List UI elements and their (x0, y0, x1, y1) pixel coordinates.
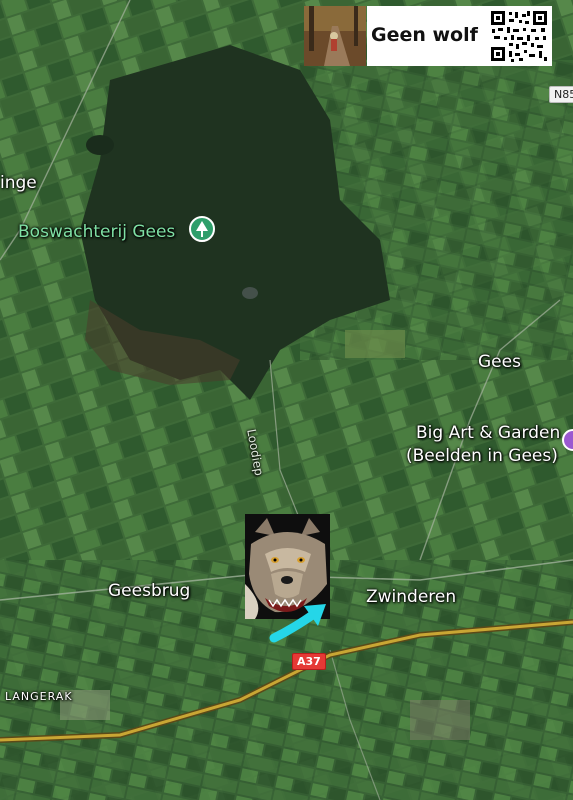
label-big-art-garden[interactable]: Big Art & Garden (416, 423, 560, 443)
qr-code-icon[interactable] (489, 9, 549, 63)
forest-path-photo (304, 6, 366, 66)
label-langerak[interactable]: LANGERAK (5, 690, 73, 703)
label-partial-place: inge (0, 173, 37, 193)
map-background (0, 0, 573, 800)
label-gees[interactable]: Gees (478, 352, 521, 372)
banner-title: Geen wolf (371, 24, 478, 46)
label-geesbrug[interactable]: Geesbrug (108, 581, 190, 601)
title-banner: Geen wolf (367, 6, 552, 66)
pointer-arrow-icon (269, 604, 326, 643)
park-poi-icon[interactable] (189, 216, 215, 242)
road-shield-n85: N85 (549, 86, 573, 103)
road-shield-a37: A37 (292, 653, 326, 670)
label-zwinderen[interactable]: Zwinderen (366, 587, 456, 607)
satellite-map[interactable]: inge Boswachterij Gees Gees Big Art & Ga… (0, 0, 573, 800)
label-forest[interactable]: Boswachterij Gees (18, 222, 175, 242)
label-beelden-in-gees[interactable]: (Beelden in Gees) (406, 446, 558, 466)
